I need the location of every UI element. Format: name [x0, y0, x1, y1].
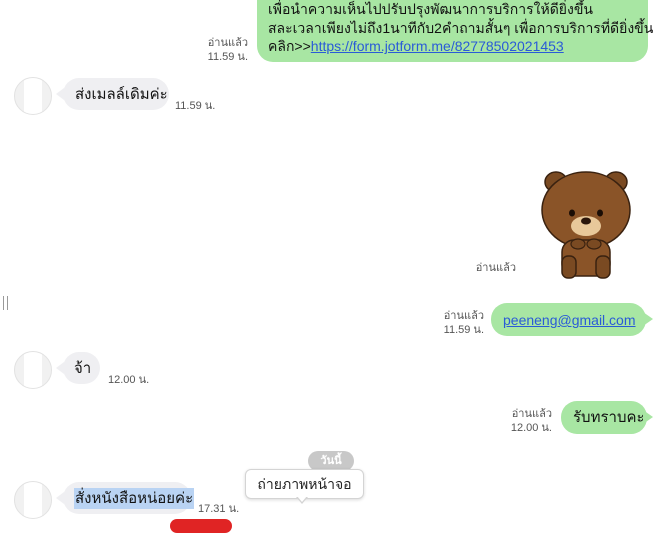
message-bubble-email: peeneng@gmail.com	[491, 303, 646, 336]
screenshot-tooltip-label: ถ่ายภาพหน้าจอ	[257, 476, 352, 492]
message-text: ส่งเมลล์เดิมค่ะ	[75, 86, 168, 103]
survey-prefix: คลิก>>	[268, 38, 311, 54]
email-timestamp: 11.59 น.	[443, 324, 484, 336]
email-read-status: อ่านแล้ว	[443, 310, 484, 322]
survey-timestamp: 11.59 น.	[207, 51, 248, 63]
survey-read-status: อ่านแล้ว	[207, 37, 248, 49]
avatar[interactable]	[14, 351, 52, 389]
survey-line-3: คลิก>>https://form.jotform.me/8277850202…	[268, 37, 564, 56]
message-timestamp: 12.00 น.	[108, 374, 150, 386]
avatar[interactable]	[14, 77, 52, 115]
message-bubble-send-email: ส่งเมลล์เดิมค่ะ	[63, 78, 169, 110]
screenshot-tooltip: ถ่ายภาพหน้าจอ	[245, 469, 364, 499]
bear-sticker[interactable]	[538, 168, 634, 280]
message-timestamp: 11.59 น.	[175, 100, 216, 112]
ack-read-status: อ่านแล้ว	[511, 408, 552, 420]
message-text-selected: สั่งหนังสือหน่อยค่ะ	[74, 488, 195, 509]
survey-line-2: สละเวลาเพียงไม่ถึง1นาทีกับ2คำถามสั้นๆ เพ…	[268, 20, 654, 36]
bear-sticker-icon	[541, 171, 631, 279]
date-divider-label: วันนี้	[320, 455, 342, 467]
notification-badge[interactable]	[170, 519, 232, 533]
survey-form-link[interactable]: https://form.jotform.me/82778502021453	[311, 38, 564, 54]
avatar[interactable]	[14, 481, 52, 519]
message-timestamp: 17.31 น.	[198, 503, 240, 515]
message-text: รับทราบคะ	[573, 409, 645, 426]
message-bubble-ja: จ้า	[63, 352, 100, 384]
message-bubble-ack: รับทราบคะ	[561, 401, 647, 434]
resize-handle[interactable]	[3, 296, 9, 310]
sticker-read-status: อ่านแล้ว	[475, 262, 516, 274]
ack-timestamp: 12.00 น.	[510, 422, 552, 434]
survey-line-1: เพื่อนำความเห็นไปปรับปรุงพัฒนาการบริการใ…	[268, 1, 593, 17]
message-bubble-order: สั่งหนังสือหน่อยค่ะ	[63, 482, 195, 514]
date-divider: วันนี้	[308, 451, 354, 471]
message-text: จ้า	[74, 360, 92, 377]
email-link[interactable]: peeneng@gmail.com	[503, 311, 636, 330]
message-bubble-survey: เพื่อนำความเห็นไปปรับปรุงพัฒนาการบริการใ…	[257, 0, 653, 62]
